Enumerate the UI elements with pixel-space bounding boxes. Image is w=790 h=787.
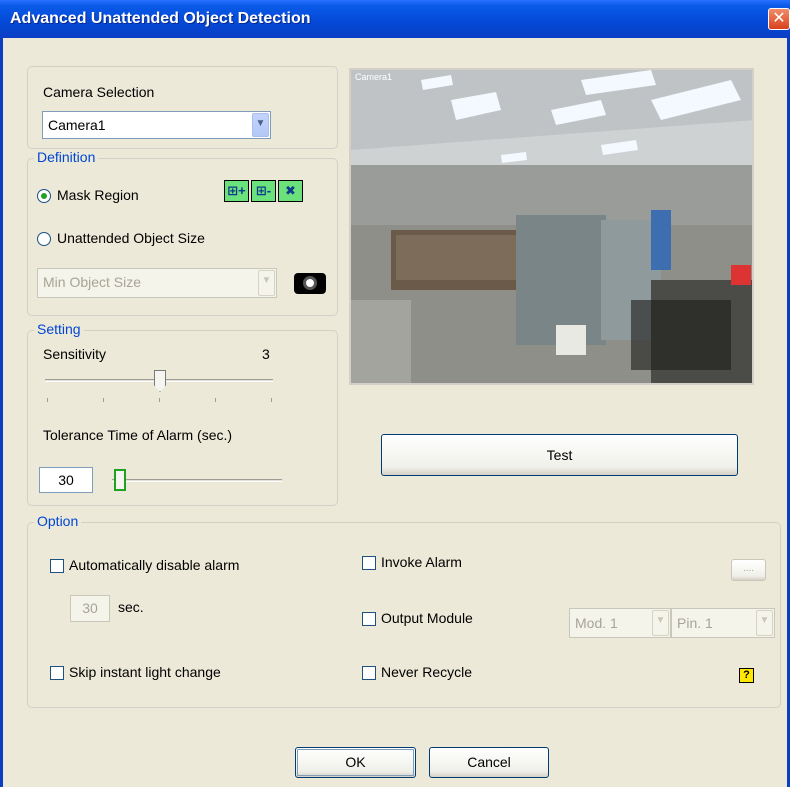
pin-select-value: Pin. 1 — [677, 615, 713, 631]
test-button-label: Test — [546, 447, 573, 463]
invoke-alarm-label[interactable]: Invoke Alarm — [381, 554, 462, 570]
object-size-value: Min Object Size — [43, 274, 142, 290]
chevron-down-icon: ▼ — [652, 610, 669, 636]
invoke-alarm-checkbox[interactable] — [362, 556, 376, 570]
definition-panel: Definition Mask Region ⊞+ ⊞- ✖ Unattende… — [27, 149, 338, 316]
tolerance-thumb[interactable] — [114, 469, 126, 491]
ok-button[interactable]: OK — [295, 747, 416, 778]
output-module-checkbox[interactable] — [362, 612, 376, 626]
setting-legend: Setting — [34, 321, 84, 337]
setting-panel: Setting Sensitivity 3 Tolerance Time of … — [27, 321, 338, 506]
tick — [159, 398, 160, 402]
object-size-label[interactable]: Unattended Object Size — [57, 230, 205, 246]
never-recycle-label[interactable]: Never Recycle — [381, 664, 472, 680]
help-icon[interactable]: ? — [739, 668, 754, 683]
tolerance-input[interactable]: 30 — [39, 467, 93, 493]
invoke-alarm-settings-button[interactable]: .... — [731, 559, 766, 581]
chevron-down-icon: ▼ — [756, 610, 773, 636]
option-legend: Option — [34, 513, 82, 529]
sec-label: sec. — [118, 599, 144, 615]
test-button[interactable]: Test — [381, 434, 738, 476]
ok-button-label: OK — [345, 754, 366, 770]
sensitivity-value: 3 — [262, 346, 270, 362]
camera-overlay-label: Camera1 — [355, 72, 393, 82]
remove-region-icon[interactable]: ⊞- — [251, 180, 276, 202]
dialog-window: Advanced Unattended Object Detection ✕ C… — [0, 0, 790, 787]
auto-disable-label[interactable]: Automatically disable alarm — [69, 557, 239, 573]
window-title: Advanced Unattended Object Detection — [10, 10, 311, 27]
camera-select[interactable]: Camera1 ▼ — [42, 111, 271, 139]
definition-legend: Definition — [34, 149, 99, 165]
chevron-down-icon: ▼ — [252, 113, 269, 137]
auto-disable-checkbox[interactable] — [50, 559, 64, 573]
module-select-value: Mod. 1 — [575, 615, 618, 631]
camera-selection-panel: Camera Selection Camera1 ▼ — [27, 66, 338, 149]
invoke-alarm-settings-label: .... — [742, 563, 755, 574]
sensitivity-thumb[interactable] — [154, 370, 166, 392]
skip-light-label[interactable]: Skip instant light change — [69, 664, 221, 680]
mask-tools: ⊞+ ⊞- ✖ — [224, 180, 303, 202]
title-bar: Advanced Unattended Object Detection ✕ — [0, 0, 790, 38]
chevron-down-icon: ▼ — [258, 270, 275, 296]
camera-select-value: Camera1 — [48, 117, 106, 133]
close-icon: ✕ — [772, 10, 786, 27]
tick — [215, 398, 216, 402]
output-module-label[interactable]: Output Module — [381, 610, 473, 626]
skip-light-checkbox[interactable] — [50, 666, 64, 680]
tick — [47, 398, 48, 402]
cancel-button-label: Cancel — [467, 754, 511, 770]
camera-preview[interactable]: Camera1 — [349, 68, 754, 385]
object-size-radio[interactable] — [37, 232, 51, 246]
cancel-button[interactable]: Cancel — [429, 747, 549, 778]
mask-region-label[interactable]: Mask Region — [57, 187, 139, 203]
camera-snapshot-icon[interactable] — [294, 273, 326, 294]
add-region-icon[interactable]: ⊞+ — [224, 180, 249, 202]
object-size-select[interactable]: Min Object Size ▼ — [37, 268, 277, 298]
office-scene-image — [351, 70, 752, 383]
tolerance-track[interactable] — [112, 479, 282, 482]
clear-region-icon[interactable]: ✖ — [278, 180, 303, 202]
close-button[interactable]: ✕ — [768, 8, 790, 30]
auto-disable-seconds-input[interactable]: 30 — [70, 595, 110, 622]
pin-select[interactable]: Pin. 1 ▼ — [671, 608, 775, 638]
tolerance-label: Tolerance Time of Alarm (sec.) — [43, 427, 233, 443]
sensitivity-label: Sensitivity — [43, 346, 107, 362]
tick — [271, 398, 272, 402]
never-recycle-checkbox[interactable] — [362, 666, 376, 680]
mask-region-radio[interactable] — [37, 189, 51, 203]
option-panel: Option Automatically disable alarm 30 se… — [27, 513, 781, 708]
camera-selection-label: Camera Selection — [43, 84, 155, 100]
tick — [103, 398, 104, 402]
module-select[interactable]: Mod. 1 ▼ — [569, 608, 671, 638]
